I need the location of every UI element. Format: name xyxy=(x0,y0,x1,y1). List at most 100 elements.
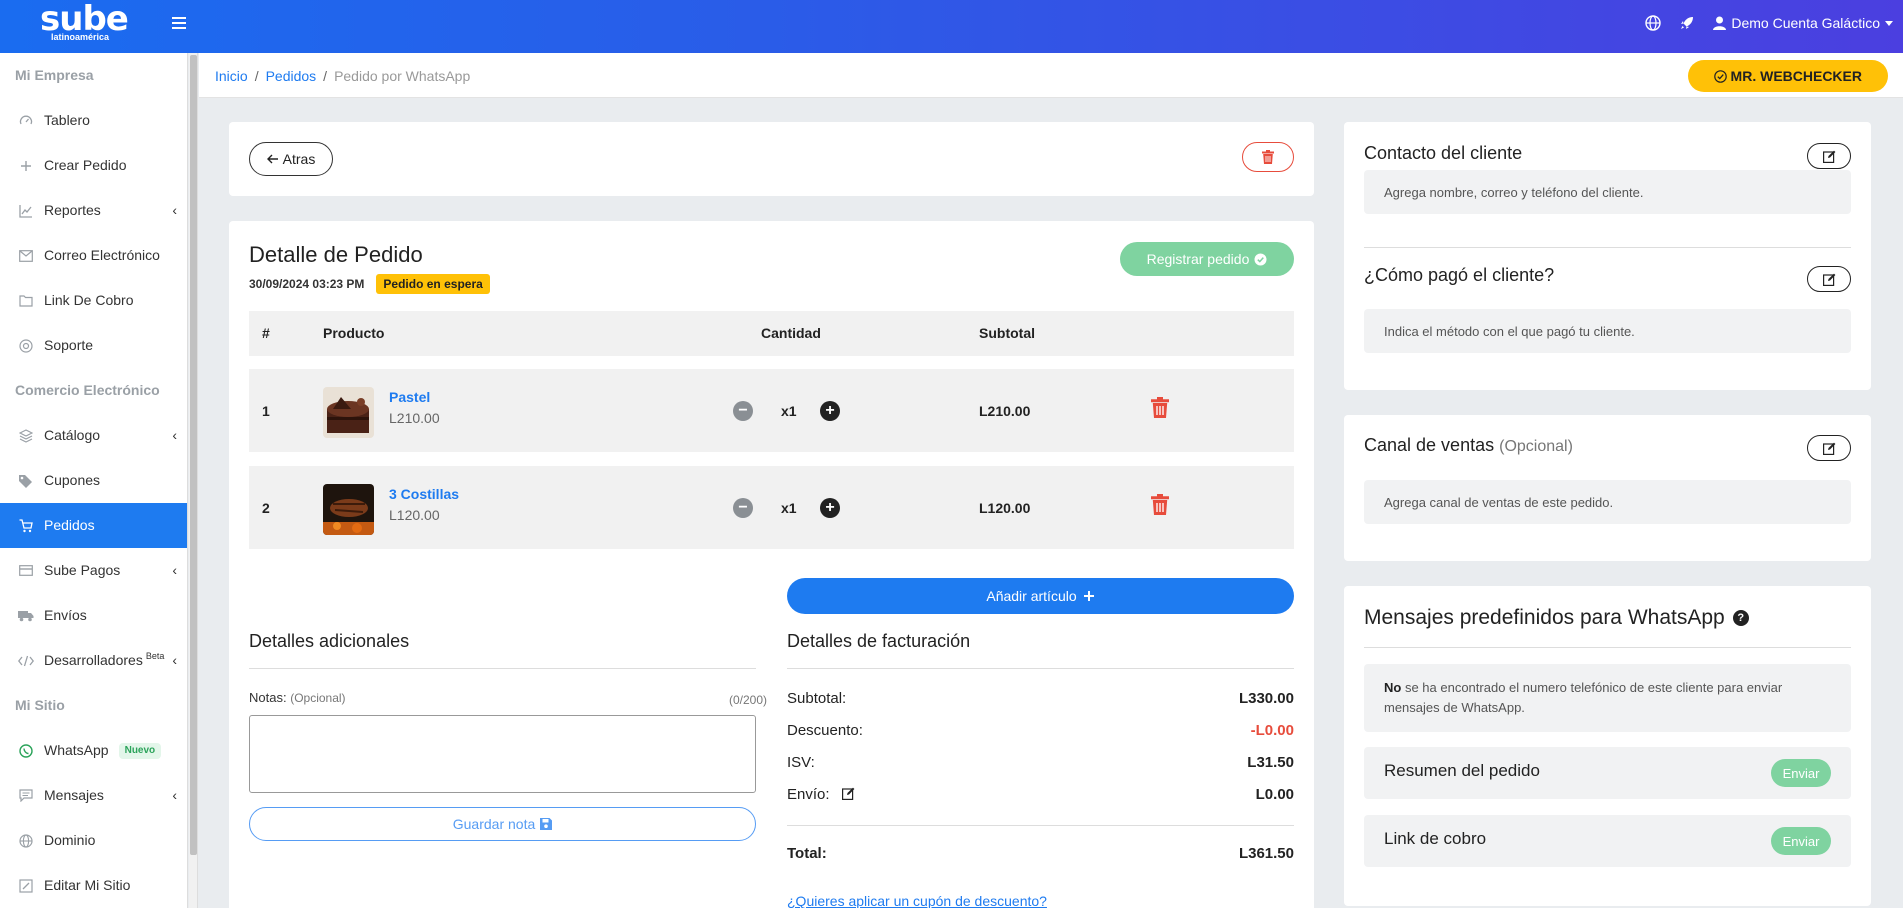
sidebar-item-desarrolladores[interactable]: Desarrolladores Beta ‹ xyxy=(0,638,187,683)
increase-qty-button[interactable]: + xyxy=(820,498,840,518)
whatsapp-messages-title-text: Mensajes predefinidos para WhatsApp xyxy=(1364,606,1725,629)
row-subtotal: L210.00 xyxy=(979,403,1031,419)
notes-char-count: (0/200) xyxy=(728,693,767,707)
cart-icon xyxy=(18,518,34,534)
additional-title: Detalles adicionales xyxy=(249,631,410,651)
credit-card-icon xyxy=(18,563,34,579)
sidebar-item-label: Link De Cobro xyxy=(44,292,134,308)
globe-icon[interactable] xyxy=(1645,15,1662,31)
contact-title: Contacto del cliente xyxy=(1364,143,1523,163)
send-summary-button[interactable]: Enviar xyxy=(1771,759,1831,787)
sidebar-item-label: Envíos xyxy=(44,607,87,623)
sales-channel-placeholder-box[interactable]: Agrega canal de ventas de este pedido. xyxy=(1364,480,1851,524)
sidebar-item-catalogo[interactable]: Catálogo ‹ xyxy=(0,413,187,458)
sidebar-item-sube-pagos[interactable]: Sube Pagos ‹ xyxy=(0,548,187,593)
sidebar-item-label: Mensajes xyxy=(44,787,104,803)
sidebar: Mi Empresa Tablero Crear Pedido Reportes… xyxy=(0,53,188,908)
payment-placeholder-box[interactable]: Indica el método con el que pagó tu clie… xyxy=(1364,309,1851,353)
sidebar-item-tablero[interactable]: Tablero xyxy=(0,98,187,143)
add-item-button[interactable]: Añadir artículo xyxy=(787,578,1294,614)
decrease-qty-button[interactable]: − xyxy=(733,401,753,421)
back-button[interactable]: Atras xyxy=(249,142,333,176)
sidebar-item-soporte[interactable]: Soporte xyxy=(0,323,187,368)
table-header: # Producto Cantidad Subtotal xyxy=(249,311,1294,356)
code-icon xyxy=(18,653,34,669)
sidebar-item-label: Editar Mi Sitio xyxy=(44,877,131,893)
rocket-icon[interactable] xyxy=(1679,15,1695,31)
notice-text: se ha encontrado el numero telefónico de… xyxy=(1384,680,1783,715)
edit-icon xyxy=(1822,150,1835,163)
sidebar-scrollbar[interactable] xyxy=(189,53,198,908)
user-menu[interactable]: Demo Cuenta Galáctico xyxy=(1713,15,1893,31)
register-order-button[interactable]: Registrar pedido xyxy=(1120,242,1294,276)
sidebar-item-correo[interactable]: Correo Electrónico xyxy=(0,233,187,278)
check-circle-icon xyxy=(1713,69,1727,83)
contact-placeholder-box[interactable]: Agrega nombre, correo y teléfono del cli… xyxy=(1364,170,1851,214)
product-name-link[interactable]: Pastel xyxy=(389,389,430,405)
sidebar-item-link-cobro[interactable]: Link De Cobro xyxy=(0,278,187,323)
tags-icon xyxy=(18,473,34,489)
edit-payment-button[interactable] xyxy=(1807,266,1851,292)
table-row: 2 3 Costillas L120.00 − x1 + L120.00 xyxy=(249,466,1294,549)
sidebar-item-crear-pedido[interactable]: Crear Pedido xyxy=(0,143,187,188)
whatsapp-icon xyxy=(18,743,34,759)
breadcrumb-home[interactable]: Inicio xyxy=(215,68,248,84)
sidebar-item-label: Sube Pagos xyxy=(44,562,121,578)
col-product: Producto xyxy=(323,325,385,341)
sidebar-item-label: Dominio xyxy=(44,832,96,848)
back-label: Atras xyxy=(282,151,316,167)
divider xyxy=(1364,647,1851,648)
sales-channel-placeholder: Agrega canal de ventas de este pedido. xyxy=(1384,494,1614,510)
product-image-ribs xyxy=(323,484,374,535)
chevron-left-icon: ‹ xyxy=(172,202,177,218)
apply-coupon-link[interactable]: ¿Quieres aplicar un cupón de descuento? xyxy=(787,893,1047,908)
status-badge: Pedido en espera xyxy=(376,274,490,294)
sube-logo[interactable]: sube latinoamérica xyxy=(40,2,129,42)
sidebar-item-mensajes[interactable]: Mensajes ‹ xyxy=(0,773,187,818)
breadcrumb: Inicio / Pedidos / Pedido por WhatsApp xyxy=(215,68,471,84)
save-note-button[interactable]: Guardar nota xyxy=(249,807,756,841)
sidebar-item-label: Correo Electrónico xyxy=(44,247,160,263)
sidebar-item-whatsapp[interactable]: WhatsApp Nuevo xyxy=(0,728,187,773)
page-title: Detalle de Pedido xyxy=(249,242,423,267)
sidebar-item-cupones[interactable]: Cupones xyxy=(0,458,187,503)
edit-icon xyxy=(1822,442,1835,455)
notes-label-text: Notas: xyxy=(249,690,287,705)
sidebar-item-dominio[interactable]: Dominio xyxy=(0,818,187,863)
sales-channel-title-text: Canal de ventas xyxy=(1364,435,1495,455)
help-icon[interactable]: ? xyxy=(1732,610,1749,627)
edit-shipping-button[interactable] xyxy=(841,787,855,804)
breadcrumb-orders[interactable]: Pedidos xyxy=(266,68,317,84)
row-subtotal: L120.00 xyxy=(979,500,1031,516)
increase-qty-button[interactable]: + xyxy=(820,401,840,421)
new-badge: Nuevo xyxy=(118,742,162,759)
notes-textarea[interactable] xyxy=(249,715,756,793)
sidebar-item-pedidos[interactable]: Pedidos xyxy=(0,503,187,548)
trash-icon xyxy=(1262,150,1274,164)
delete-order-button[interactable] xyxy=(1242,142,1294,172)
payment-title: ¿Cómo pagó el cliente? xyxy=(1364,265,1555,285)
billing-discount-value: -L0.00 xyxy=(1250,722,1294,739)
trash-icon xyxy=(1151,494,1169,515)
billing-tax-label: ISV: xyxy=(787,754,815,771)
sidebar-item-envios[interactable]: Envíos xyxy=(0,593,187,638)
delete-item-button[interactable] xyxy=(1151,397,1169,421)
chart-line-icon xyxy=(18,203,34,219)
delete-item-button[interactable] xyxy=(1151,494,1169,518)
sidebar-item-editar-sitio[interactable]: Editar Mi Sitio xyxy=(0,863,187,908)
divider xyxy=(787,668,1294,669)
sidebar-item-reportes[interactable]: Reportes ‹ xyxy=(0,188,187,233)
edit-sales-channel-button[interactable] xyxy=(1807,435,1851,461)
webchecker-button[interactable]: MR. WEBCHECKER xyxy=(1687,60,1888,92)
menu-toggle-icon[interactable] xyxy=(172,17,186,31)
decrease-qty-button[interactable]: − xyxy=(733,498,753,518)
beta-badge: Beta xyxy=(145,651,165,661)
product-name-link[interactable]: 3 Costillas xyxy=(389,486,459,502)
notes-optional: (Opcional) xyxy=(290,691,346,705)
send-payment-link-button[interactable]: Enviar xyxy=(1771,827,1831,855)
scrollbar-thumb[interactable] xyxy=(190,55,197,855)
billing-tax-row: ISV: L31.50 xyxy=(787,754,1294,771)
section-title-comercio: Comercio Electrónico xyxy=(15,382,160,398)
caret-down-icon xyxy=(1885,20,1893,26)
edit-contact-button[interactable] xyxy=(1807,143,1851,169)
